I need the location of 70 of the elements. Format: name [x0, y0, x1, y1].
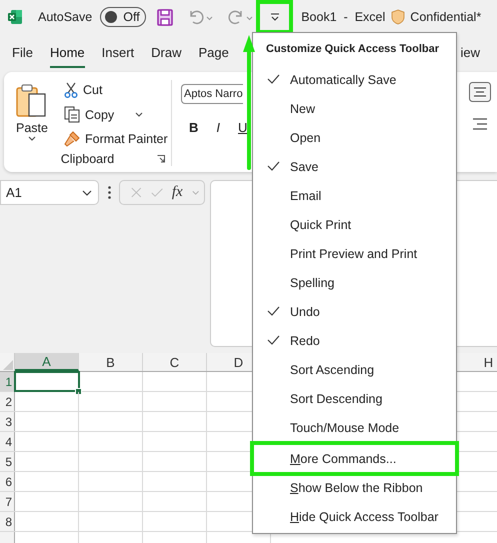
copy-button[interactable]: Copy — [64, 106, 168, 123]
insert-function-button[interactable]: fx — [172, 184, 183, 201]
row-header[interactable]: 7 — [0, 492, 15, 511]
dropdown-icon — [270, 12, 280, 22]
document-title: Book1 - Excel — [301, 10, 386, 24]
row-header[interactable]: 8 — [0, 512, 15, 531]
select-all-icon[interactable] — [3, 360, 13, 370]
row-header[interactable]: 5 — [0, 452, 15, 471]
dialog-launcher-icon[interactable] — [157, 155, 165, 163]
menu-item[interactable]: Print Preview and Print — [253, 239, 456, 268]
chevron-icon — [135, 112, 144, 117]
ribbon-tab[interactable]: Draw — [151, 34, 182, 70]
menu-item[interactable]: Spelling — [253, 268, 456, 297]
ribbon-tab[interactable]: iew — [460, 34, 480, 70]
ribbon-tab[interactable]: Insert — [102, 34, 134, 70]
checkmark-icon — [267, 74, 280, 84]
menu-title: Customize Quick Access Toolbar — [266, 43, 439, 55]
underline-button[interactable]: U — [238, 120, 248, 135]
enter-icon[interactable] — [150, 187, 163, 198]
menu-item[interactable]: Show Below the Ribbon — [253, 473, 456, 502]
chevron-icon — [28, 136, 36, 141]
cut-button[interactable]: Cut — [64, 82, 168, 98]
autosave-toggle[interactable]: Off — [100, 7, 146, 27]
menu-item[interactable]: New — [253, 94, 456, 123]
format-painter-button[interactable]: Format Painter — [64, 131, 168, 147]
menu-item[interactable]: Sort Descending — [253, 384, 456, 413]
ribbon-tab[interactable]: Page — [198, 34, 229, 70]
paste-button[interactable]: Paste — [10, 80, 54, 152]
bold-button[interactable]: B — [189, 120, 198, 135]
menu-item[interactable]: Email — [253, 181, 456, 210]
more-icon[interactable] — [108, 186, 111, 199]
align-center-icon[interactable] — [469, 82, 491, 102]
brush-icon — [64, 131, 80, 147]
checkmark-icon — [267, 161, 280, 171]
row-header[interactable]: 4 — [0, 432, 15, 451]
save-icon[interactable] — [157, 8, 174, 26]
column-header[interactable]: C — [143, 353, 207, 371]
checkmark-icon — [267, 306, 280, 316]
menu-item[interactable]: Save — [253, 152, 456, 181]
name-box[interactable]: A1 — [0, 180, 99, 205]
menu-item[interactable]: Quick Print — [253, 210, 456, 239]
ribbon-tab[interactable]: File — [12, 34, 33, 70]
scissors-icon — [64, 82, 78, 98]
autosave-label: AutoSave — [38, 10, 92, 24]
menu-item[interactable]: Automatically Save — [253, 65, 456, 94]
copy-icon — [64, 106, 80, 123]
row-header[interactable]: 6 — [0, 472, 15, 491]
cancel-icon[interactable] — [131, 186, 142, 199]
redo-icon[interactable] — [227, 9, 254, 25]
checkmark-icon — [267, 335, 280, 345]
menu-item[interactable]: Undo — [253, 297, 456, 326]
ribbon-tab[interactable]: Home — [50, 34, 85, 70]
shield-icon — [391, 9, 406, 25]
menu-item[interactable]: Redo — [253, 326, 456, 355]
column-header[interactable]: B — [79, 353, 143, 371]
chevron-icon[interactable] — [192, 189, 199, 196]
chevron-icon — [82, 188, 92, 196]
row-header[interactable]: 2 — [0, 392, 15, 411]
sensitivity-label[interactable]: Confidential* — [410, 10, 482, 24]
menu-item[interactable]: Touch/Mouse Mode — [253, 413, 456, 442]
excel-logo-icon — [8, 10, 22, 24]
row-header[interactable]: 3 — [0, 412, 15, 431]
menu-item[interactable]: Hide Quick Access Toolbar — [253, 502, 456, 531]
group-label: Clipboard — [60, 152, 114, 166]
column-header[interactable]: A — [15, 353, 79, 371]
italic-button[interactable]: I — [216, 120, 220, 135]
menu-item[interactable]: More Commands... — [253, 444, 456, 473]
row-header[interactable]: 1 — [0, 372, 15, 391]
menu-item[interactable]: Open — [253, 123, 456, 152]
font-name-field[interactable]: Aptos Narro — [181, 84, 243, 104]
